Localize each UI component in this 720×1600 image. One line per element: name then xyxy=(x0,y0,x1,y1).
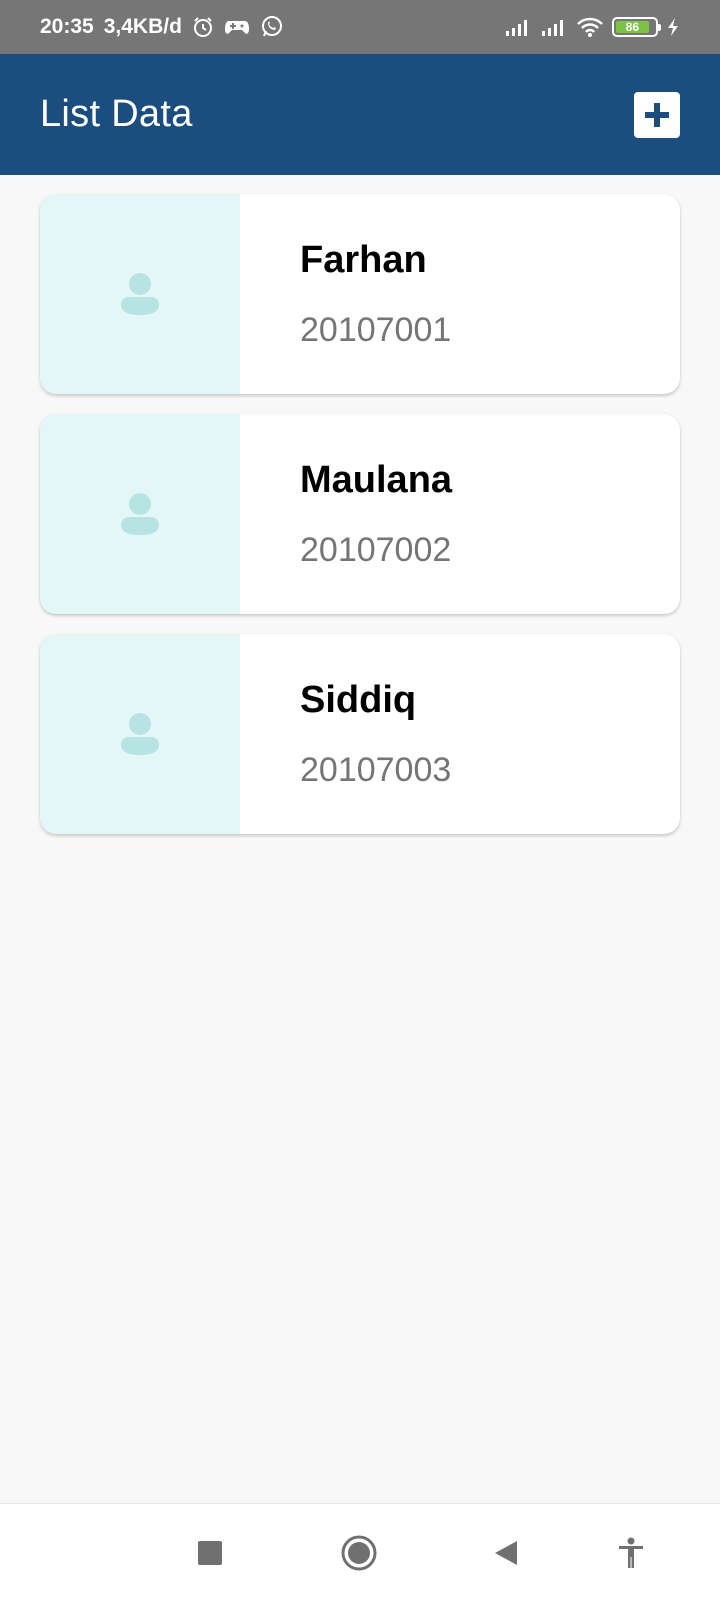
battery-level: 86 xyxy=(616,21,649,34)
signal-icon xyxy=(504,17,532,37)
item-id: 20107001 xyxy=(300,311,452,349)
item-info: Maulana 20107002 xyxy=(240,414,452,614)
alarm-icon xyxy=(192,16,214,38)
screen: 20:35 3,4KB/d 86 List Data Farhan 201070… xyxy=(0,0,720,1600)
item-info: Siddiq 20107003 xyxy=(240,634,451,834)
avatar xyxy=(40,414,240,614)
back-button[interactable] xyxy=(481,1528,531,1578)
charging-icon xyxy=(666,17,680,37)
item-id: 20107002 xyxy=(300,531,452,569)
person-icon xyxy=(121,273,159,315)
item-name: Maulana xyxy=(300,459,453,501)
plus-icon xyxy=(645,102,669,127)
add-button[interactable] xyxy=(634,91,680,138)
game-controller-icon xyxy=(224,17,250,37)
recents-button[interactable] xyxy=(185,1528,235,1578)
accessibility-icon xyxy=(619,1537,643,1568)
status-right: 86 xyxy=(504,16,680,38)
wifi-icon xyxy=(576,16,604,38)
item-id: 20107003 xyxy=(300,751,452,789)
status-left: 20:35 3,4KB/d xyxy=(40,15,284,39)
list-item[interactable]: Maulana 20107002 xyxy=(40,414,680,614)
item-info: Farhan 20107001 xyxy=(240,194,451,394)
person-icon xyxy=(121,713,159,755)
recents-icon xyxy=(198,1541,222,1565)
battery-icon: 86 xyxy=(612,17,661,37)
navigation-bar xyxy=(0,1503,720,1600)
home-button[interactable] xyxy=(334,1528,384,1578)
list-item[interactable]: Farhan 20107001 xyxy=(40,194,680,394)
whatsapp-icon xyxy=(260,15,284,39)
accessibility-button[interactable] xyxy=(606,1528,656,1578)
list-item[interactable]: Siddiq 20107003 xyxy=(40,634,680,834)
home-icon xyxy=(341,1535,377,1571)
page-title: List Data xyxy=(40,93,193,135)
item-name: Farhan xyxy=(300,239,427,281)
avatar xyxy=(40,634,240,834)
back-icon xyxy=(495,1541,517,1565)
person-icon xyxy=(121,493,159,535)
item-name: Siddiq xyxy=(300,679,417,721)
app-bar: List Data xyxy=(0,54,720,175)
status-bar: 20:35 3,4KB/d 86 xyxy=(0,0,720,54)
status-time: 20:35 xyxy=(40,15,94,38)
signal-icon xyxy=(540,17,568,37)
avatar xyxy=(40,194,240,394)
status-network-speed: 3,4KB/d xyxy=(103,15,182,38)
data-list: Farhan 20107001 Maulana 20107002 Siddiq … xyxy=(40,194,680,854)
